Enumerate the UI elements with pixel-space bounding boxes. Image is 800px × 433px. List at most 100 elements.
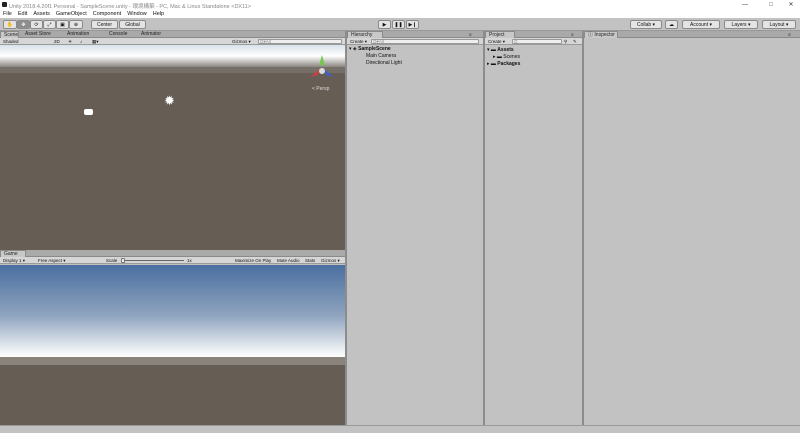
inspector-tab-label: Inspector (594, 32, 615, 38)
project-item-scenes[interactable]: ▸ ▬ Scenes (493, 54, 520, 60)
camera-gizmo-icon[interactable] (84, 109, 93, 115)
project-create-dropdown[interactable]: Create ▾ (488, 39, 505, 44)
tab-animator[interactable]: Animator (138, 31, 163, 38)
layers-button[interactable]: Layers ▾ (724, 20, 758, 29)
2d-toggle[interactable]: 2D (54, 39, 60, 44)
folder-icon: ▬ (496, 54, 502, 60)
persp-label[interactable]: < Persp (312, 86, 329, 92)
scale-tool-icon[interactable]: ⤢ (43, 20, 56, 29)
shading-mode-dropdown[interactable]: Shaded (3, 39, 19, 44)
close-button[interactable]: ✕ (786, 1, 796, 9)
effects-icon[interactable]: ▦▾ (92, 39, 99, 44)
maximize-on-play-toggle[interactable]: Maximize On Play (235, 258, 271, 263)
unity-logo-icon (2, 2, 7, 7)
tab-animation[interactable]: Animation (64, 31, 91, 38)
tab-project[interactable]: Project (485, 31, 515, 38)
menu-gameobject[interactable]: GameObject (56, 11, 87, 17)
inspector-icon: ⓘ (588, 32, 594, 38)
pivot-global-label: Global (125, 21, 140, 28)
rotate-tool-icon[interactable]: ⟳ (30, 20, 43, 29)
tab-scene[interactable]: Scene (0, 31, 19, 38)
game-panel: Game Display 1 ▾ Free Aspect ▾ Scale 1x … (0, 250, 345, 425)
hierarchy-item-main-camera[interactable]: Main Camera (366, 53, 396, 59)
collab-button[interactable]: Collab ▾ (630, 20, 662, 29)
menu-edit[interactable]: Edit (18, 11, 27, 17)
menu-help[interactable]: Help (153, 11, 164, 17)
project-search-input[interactable]: Q (512, 39, 562, 44)
scene-controlbar: Shaded 2D ☀ ♪ ▦▾ Gizmos ▾ Q▾All (0, 38, 345, 45)
game-controlbar: Display 1 ▾ Free Aspect ▾ Scale 1x Maxim… (0, 257, 345, 264)
cloud-icon[interactable]: ☁ (665, 20, 678, 29)
scene-root-item[interactable]: ▾ ◈ SampleScene (349, 46, 391, 52)
menu-assets[interactable]: Assets (33, 11, 50, 17)
tab-asset-store[interactable]: Asset Store (22, 31, 53, 38)
minimize-button[interactable]: — (740, 1, 750, 9)
menu-window[interactable]: Window (127, 11, 147, 17)
inspector-panel: ⓘ Inspector ≡ (584, 31, 800, 425)
layout-button[interactable]: Layout ▾ (762, 20, 796, 29)
scenes-label: Scenes (503, 54, 520, 60)
unity-scene-icon: ◈ (352, 46, 357, 52)
pause-button[interactable]: ❚❚ (392, 20, 405, 29)
game-gizmos-dropdown[interactable]: Gizmos ▾ (321, 258, 340, 263)
stats-toggle[interactable]: Stats (305, 258, 315, 263)
scene-search-input[interactable]: Q▾All (258, 39, 342, 44)
aspect-dropdown[interactable]: Free Aspect ▾ (38, 258, 66, 263)
maximize-button[interactable]: □ (766, 1, 776, 9)
project-item-assets[interactable]: ▾ ▬ Assets (487, 47, 514, 53)
scene-tabbar: Scene Asset Store Animation Console Anim… (0, 31, 345, 38)
menu-component[interactable]: Component (93, 11, 121, 17)
display-dropdown[interactable]: Display 1 ▾ (3, 258, 25, 263)
game-view-canvas (0, 265, 345, 425)
assets-label: Assets (497, 47, 514, 53)
project-item-packages[interactable]: ▸ ▬ Packages (487, 61, 520, 67)
pivot-center-label: Center (96, 21, 112, 28)
scale-slider-handle[interactable] (121, 258, 125, 263)
game-view[interactable] (0, 265, 345, 425)
scene-orientation-gizmo-icon[interactable] (306, 53, 338, 85)
step-button[interactable]: ▶❙ (406, 20, 419, 29)
rect-tool-icon[interactable]: ▣ (56, 20, 69, 29)
status-bar (0, 425, 800, 433)
play-button[interactable]: ▶ (378, 20, 391, 29)
window-title: Unity 2018.4.20f1 Personal - SampleScene… (9, 4, 252, 10)
tab-hierarchy[interactable]: Hierarchy (347, 31, 383, 38)
scene-view-canvas (0, 45, 345, 250)
move-tool-icon[interactable]: ✥ (17, 20, 30, 29)
hierarchy-item-directional-light[interactable]: Directional Light (366, 60, 402, 66)
scale-slider[interactable] (122, 260, 184, 261)
project-panel: Project ≡ Create ▾ Q ⚲ ✎ ▾ ▬ Assets ▸ ▬ … (485, 31, 582, 425)
packages-label: Packages (497, 61, 521, 67)
audio-icon[interactable]: ♪ (80, 39, 82, 44)
tab-game[interactable]: Game (0, 250, 26, 257)
transform-tool-icon[interactable]: ⊕ (69, 20, 83, 29)
hierarchy-controlbar: Create ▾ Q▾All (347, 38, 483, 45)
main-toolbar: ✋ ✥ ⟳ ⤢ ▣ ⊕ Center Global ▶ ❚❚ ▶❙ Collab… (0, 18, 800, 31)
hierarchy-search-input[interactable]: Q▾All (371, 39, 479, 44)
panel-menu-icon[interactable]: ≡ (571, 32, 574, 37)
menu-bar: File Edit Assets GameObject Component Wi… (0, 10, 800, 18)
scene-gizmos-dropdown[interactable]: Gizmos ▾ (232, 39, 251, 44)
menu-file[interactable]: File (3, 11, 12, 17)
scale-value: 1x (187, 258, 192, 263)
pivot-global-button[interactable]: Global (119, 20, 146, 29)
scale-label: Scale (106, 258, 118, 263)
filter-by-label-icon[interactable]: ✎ (573, 39, 577, 44)
folder-icon: ▬ (490, 47, 496, 53)
hand-tool-icon[interactable]: ✋ (3, 20, 17, 29)
tab-console[interactable]: Console (106, 31, 129, 38)
hierarchy-panel: Hierarchy ≡ Create ▾ Q▾All ▾ ◈ SampleSce… (347, 31, 483, 425)
directional-light-gizmo-icon[interactable]: ✹ (164, 94, 175, 107)
panel-menu-icon[interactable]: ≡ (469, 32, 472, 37)
pivot-center-button[interactable]: Center (91, 20, 118, 29)
scene-view[interactable]: ✹ < Persp (0, 45, 345, 250)
lighting-icon[interactable]: ☀ (68, 39, 72, 44)
panel-menu-icon[interactable]: ≡ (788, 32, 791, 37)
hierarchy-create-dropdown[interactable]: Create ▾ (350, 39, 367, 44)
account-button[interactable]: Account ▾ (682, 20, 720, 29)
project-controlbar: Create ▾ Q ⚲ ✎ (485, 38, 582, 45)
mute-audio-toggle[interactable]: Mute Audio (277, 258, 300, 263)
scene-panel: Scene Asset Store Animation Console Anim… (0, 31, 345, 250)
filter-by-type-icon[interactable]: ⚲ (564, 39, 567, 44)
tab-inspector[interactable]: ⓘ Inspector (584, 31, 618, 38)
